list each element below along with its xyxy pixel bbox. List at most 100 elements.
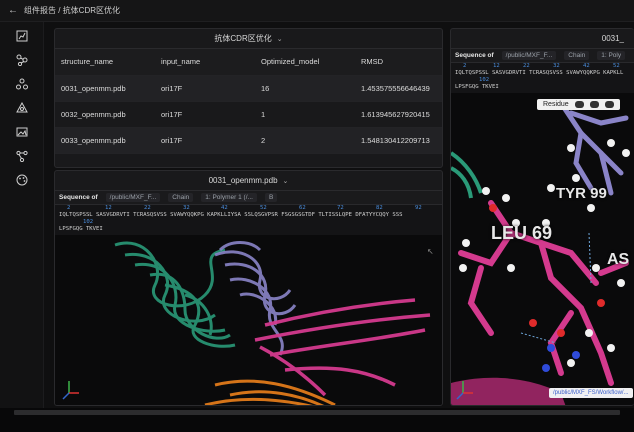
sequence-line: IQLTQSPSSL SASVGDRVTI TCRASQSVSS SVAWYQQ… — [455, 70, 624, 76]
table-row[interactable]: 0031_openmm.pdb ori17F 16 1.453575556646… — [55, 75, 442, 102]
cell-optimized-model: 16 — [255, 75, 355, 102]
horizontal-scrollbar[interactable] — [14, 410, 620, 415]
ruler-num: 52 — [613, 63, 620, 69]
polymer-select[interactable]: 1: Polymer 1 (/... — [201, 193, 257, 202]
residue-closeup-render — [451, 100, 630, 405]
ruler-num: 52 — [260, 205, 267, 211]
molecule-icon[interactable] — [16, 54, 28, 66]
main-area: 抗体CDR区优化 ⌄ structure_name input_name Opt… — [44, 22, 634, 408]
chevron-down-icon[interactable]: ⌄ — [277, 35, 283, 43]
ruler-num: 62 — [299, 205, 306, 211]
cell-rmsd: 1.613945627920415 — [355, 101, 442, 128]
chart-icon[interactable] — [16, 30, 28, 42]
file-path-chip[interactable]: /public/MXF_FS/Workflow/... — [549, 388, 633, 398]
sequence-ruler: 2 12 22 32 42 52 — [455, 63, 630, 70]
toggle-icon[interactable] — [574, 101, 584, 108]
cell-structure-name: 0031_openmm.pdb — [55, 75, 155, 102]
left-viewer-panel: 0031_openmm.pdb ⌄ Sequence of /public/MX… — [54, 170, 443, 406]
flow-icon[interactable] — [16, 150, 28, 162]
sequence-view[interactable]: 2 12 22 32 42 52 IQLTQSPSSL SASVGDRVTI T… — [451, 63, 634, 93]
cell-rmsd: 1.548130412209713 — [355, 127, 442, 154]
top-bar: ← 组件报告 / 抗体CDR区优化 — [0, 0, 634, 22]
ruler-num: 102 — [479, 77, 490, 83]
image-icon[interactable] — [16, 126, 28, 138]
axis-indicator-icon — [62, 381, 79, 400]
polymer-select[interactable]: 1: Poly — [597, 51, 626, 60]
table-row[interactable]: 0033_openmm.pdb ori17F 2 1.5481304122097… — [55, 127, 442, 154]
green-ribbon — [451, 151, 483, 199]
cell-input-name: ori17F — [155, 127, 255, 154]
col-input-name[interactable]: input_name — [155, 49, 255, 76]
right-viewer-title-text: 0031_ — [601, 34, 624, 43]
ruler-num: 2 — [463, 63, 467, 69]
bottom-bar — [0, 408, 634, 432]
molecule-viewer-right[interactable]: TYR 99 LEU 69 AS Residue /public/MXF_FS/… — [451, 93, 634, 405]
chain-b-select[interactable]: B — [264, 193, 278, 202]
sequence-label: Sequence of — [455, 52, 494, 59]
sidebar — [0, 22, 44, 408]
table-row[interactable]: 0032_openmm.pdb ori17F 1 1.6139456279204… — [55, 101, 442, 128]
toggle-icon[interactable] — [589, 101, 599, 108]
sequence-toolbar: Sequence of /public/MXF_F... Chain 1: Po… — [55, 191, 442, 205]
cell-optimized-model: 1 — [255, 101, 355, 128]
cell-rmsd: 1.453575556646439 — [355, 75, 442, 102]
ruler-num: 72 — [337, 205, 344, 211]
ruler-num: 102 — [83, 219, 94, 225]
sequence-line: LPSFGQG TKVEI — [455, 84, 499, 90]
left-viewer-title[interactable]: 0031_openmm.pdb ⌄ — [55, 171, 442, 191]
protein-render — [62, 241, 431, 405]
sequence-toolbar: Sequence of /public/MXF_F... Chain 1: Po… — [451, 49, 634, 63]
table-panel-title[interactable]: 抗体CDR区优化 ⌄ — [55, 29, 442, 49]
col-rmsd[interactable]: RMSD — [355, 49, 442, 76]
network-icon[interactable] — [16, 78, 28, 90]
sequence-line: LPSFGQG TKVEI — [59, 226, 103, 232]
cell-input-name: ori17F — [155, 101, 255, 128]
ruler-num: 32 — [183, 205, 190, 211]
ruler-num: 92 — [415, 205, 422, 211]
cell-structure-name: 0033_openmm.pdb — [55, 127, 155, 154]
sequence-ruler: 2 12 22 32 42 52 62 72 82 92 — [59, 205, 438, 212]
cell-input-name: ori17F — [155, 75, 255, 102]
back-arrow-icon[interactable]: ← — [8, 5, 18, 16]
col-structure-name[interactable]: structure_name — [55, 49, 155, 76]
cell-optimized-model: 2 — [255, 127, 355, 154]
chevron-down-icon[interactable]: ⌄ — [283, 177, 289, 185]
table-header-row: structure_name input_name Optimized_mode… — [55, 49, 442, 76]
ruler-num: 32 — [553, 63, 560, 69]
residue-toolbar: Residue — [537, 99, 620, 110]
residue-label-tyr: TYR 99 — [556, 185, 607, 202]
ruler-num: 12 — [493, 63, 500, 69]
sequence-path-select[interactable]: /public/MXF_F... — [105, 193, 161, 202]
triangle-icon[interactable] — [16, 102, 28, 114]
ruler-num: 2 — [67, 205, 71, 211]
col-optimized-model[interactable]: Optimized_model — [255, 49, 355, 76]
ruler-num: 42 — [221, 205, 228, 211]
residue-label-as: AS — [607, 251, 630, 268]
cdr-table-panel: 抗体CDR区优化 ⌄ structure_name input_name Opt… — [54, 28, 443, 168]
right-viewer-title[interactable]: 0031_ — [451, 29, 634, 49]
chain-select[interactable]: Chain — [168, 193, 194, 202]
palette-icon[interactable] — [16, 174, 28, 186]
right-viewer-panel: 0031_ Sequence of /public/MXF_F... Chain… — [450, 28, 634, 406]
ruler-num: 82 — [376, 205, 383, 211]
cell-structure-name: 0032_openmm.pdb — [55, 101, 155, 128]
sequence-line: IQLTQSPSSL SASVGDRVTI TCRASQSVSS SVAWYQQ… — [59, 212, 403, 218]
sequence-label: Sequence of — [59, 194, 98, 201]
breadcrumb: 组件报告 / 抗体CDR区优化 — [24, 6, 120, 15]
residue-label-leu: LEU 69 — [491, 223, 553, 243]
chain-select[interactable]: Chain — [564, 51, 590, 60]
sequence-path-select[interactable]: /public/MXF_F... — [501, 51, 557, 60]
ruler-num: 22 — [523, 63, 530, 69]
table-panel-title-text: 抗体CDR区优化 — [214, 34, 272, 43]
toggle-icon[interactable] — [604, 101, 614, 108]
molecule-viewer-left[interactable]: ↖ — [55, 235, 442, 405]
sequence-view[interactable]: 2 12 22 32 42 52 62 72 82 92 IQLTQSPSSL … — [55, 205, 442, 235]
green-chain-ribbon — [114, 241, 236, 348]
ruler-num: 12 — [105, 205, 112, 211]
ruler-num: 42 — [583, 63, 590, 69]
results-table: structure_name input_name Optimized_mode… — [55, 49, 442, 154]
left-viewer-title-text: 0031_openmm.pdb — [208, 176, 278, 185]
residue-mode-label[interactable]: Residue — [543, 101, 569, 108]
ruler-num: 22 — [144, 205, 151, 211]
pointer-icon[interactable]: ↖ — [427, 247, 434, 256]
